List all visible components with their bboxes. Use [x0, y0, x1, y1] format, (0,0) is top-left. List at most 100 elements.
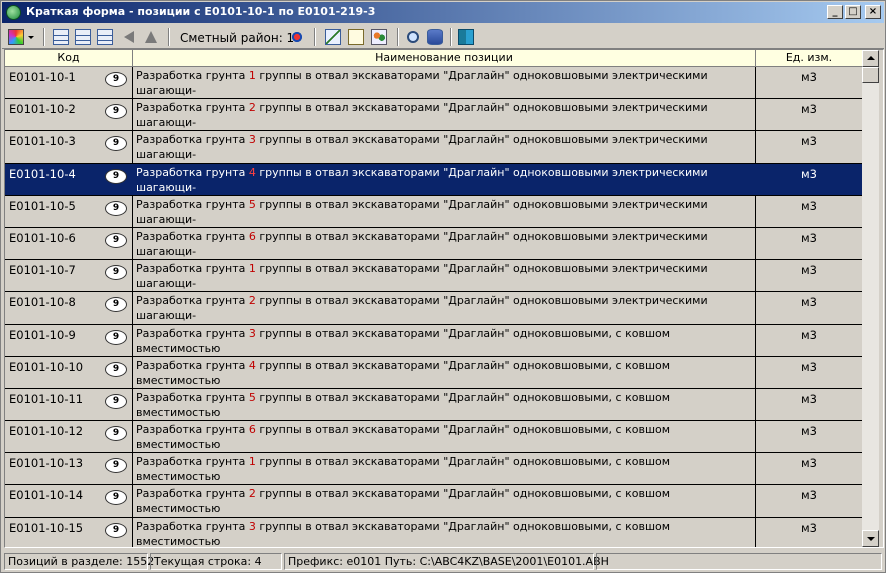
app-icon[interactable]: [6, 5, 21, 20]
cell-code[interactable]: E0101-10-2 9: [5, 99, 133, 131]
cell-name[interactable]: Разработка грунта 4 группы в отвал экска…: [133, 163, 756, 195]
cell-code[interactable]: E0101-10-9 9: [5, 324, 133, 356]
cell-unit[interactable]: м3: [756, 518, 862, 547]
cell-unit[interactable]: м3: [756, 131, 862, 162]
cell-name[interactable]: Разработка грунта 4 группы в отвал экска…: [133, 356, 756, 388]
note-icon[interactable]: 9: [105, 393, 127, 409]
cell-unit[interactable]: м3: [756, 67, 862, 98]
cell-code[interactable]: E0101-10-1 9: [5, 67, 133, 99]
table-row[interactable]: E0101-10-14 9 Разработка грунта 2 группы в…: [5, 485, 862, 518]
table-row[interactable]: E0101-10-11 9 Разработка грунта 5 группы в…: [5, 388, 862, 422]
cell-name[interactable]: Разработка грунта 1 группы в отвал экска…: [133, 67, 756, 99]
cell-code[interactable]: E0101-10-12 9: [5, 421, 133, 453]
note-icon[interactable]: 9: [105, 104, 127, 120]
note-icon[interactable]: 9: [105, 72, 127, 87]
cell-name[interactable]: Разработка грунта 2 группы в отвал экска…: [133, 485, 756, 517]
cell-name[interactable]: Разработка грунта 3 группы в отвал экска…: [133, 324, 756, 356]
cell-name[interactable]: Разработка грунта 5 группы в отвал экска…: [133, 195, 756, 227]
note-icon[interactable]: 9: [105, 136, 127, 152]
cell-name[interactable]: Разработка грунта 2 группы в отвал экска…: [133, 99, 756, 131]
table-row[interactable]: E0101-10-9 9 Разработка грунта 3 группы в …: [5, 324, 862, 357]
cell-name[interactable]: Разработка грунта 2 группы в отвал экска…: [133, 292, 756, 324]
cell-name[interactable]: Разработка грунта 1 группы в отвал экска…: [133, 453, 756, 485]
note-icon[interactable]: 9: [105, 329, 127, 345]
note-icon[interactable]: 9: [105, 168, 127, 184]
cell-unit[interactable]: м3: [756, 325, 862, 356]
table-row[interactable]: E0101-10-6 9 Разработка грунта 6 группы в …: [5, 227, 862, 261]
table-row[interactable]: E0101-10-7 9 Разработка грунта 1 группы в …: [5, 260, 862, 293]
edit-button[interactable]: [345, 27, 367, 47]
note-icon[interactable]: 9: [105, 490, 127, 506]
cell-unit[interactable]: м3: [756, 228, 862, 259]
table-row[interactable]: E0101-10-8 9 Разработка грунта 2 группы в …: [5, 292, 862, 325]
cell-code[interactable]: E0101-10-8 9: [5, 292, 133, 324]
table-row[interactable]: E0101-10-15 9 Разработка грунта 3 группы в…: [5, 517, 862, 547]
table-row[interactable]: E0101-10-10 9 Разработка грунта 4 группы в…: [5, 356, 862, 389]
table-row[interactable]: E0101-10-3 9 Разработка грунта 3 группы в …: [5, 131, 862, 164]
chart-button[interactable]: [322, 27, 344, 47]
table-row[interactable]: E0101-10-13 9 Разработка грунта 1 группы в…: [5, 453, 862, 486]
cell-unit[interactable]: м3: [756, 453, 862, 484]
color-scheme-dropdown[interactable]: [25, 27, 37, 47]
region-select-button[interactable]: [286, 27, 308, 47]
view-table-button[interactable]: [50, 27, 72, 47]
note-icon[interactable]: 9: [105, 522, 127, 538]
cell-unit[interactable]: м3: [756, 292, 862, 323]
note-icon[interactable]: 9: [105, 297, 127, 313]
cell-name[interactable]: Разработка грунта 6 группы в отвал экска…: [133, 227, 756, 260]
note-icon[interactable]: 9: [105, 458, 127, 474]
cell-unit[interactable]: м3: [756, 421, 862, 452]
column-header-name[interactable]: Наименование позиции: [133, 50, 756, 67]
column-header-unit[interactable]: Ед. изм.: [756, 50, 862, 67]
cell-name[interactable]: Разработка грунта 3 группы в отвал экска…: [133, 131, 756, 163]
cell-name[interactable]: Разработка грунта 3 группы в отвал экска…: [133, 517, 756, 547]
scroll-down-button[interactable]: [862, 530, 879, 547]
cell-unit[interactable]: м3: [756, 389, 862, 420]
table-row[interactable]: E0101-10-1 9 Разработка грунта 1 группы в …: [5, 67, 862, 100]
cell-name[interactable]: Разработка грунта 5 группы в отвал экска…: [133, 388, 756, 421]
cell-code[interactable]: E0101-10-13 9: [5, 453, 133, 485]
note-icon[interactable]: 9: [105, 232, 127, 248]
resources-button[interactable]: [368, 27, 390, 47]
close-button[interactable]: ×: [865, 5, 881, 19]
view-list-button[interactable]: [72, 27, 94, 47]
search-button[interactable]: [402, 27, 424, 47]
cell-code[interactable]: E0101-10-3 9: [5, 131, 133, 163]
cell-code[interactable]: E0101-10-5 9: [5, 195, 133, 227]
column-header-code[interactable]: Код: [5, 50, 133, 67]
note-icon[interactable]: 9: [105, 200, 127, 216]
cell-code[interactable]: E0101-10-11 9: [5, 388, 133, 421]
cell-unit[interactable]: м3: [756, 260, 862, 291]
cell-unit[interactable]: м3: [756, 485, 862, 516]
title-bar[interactable]: Краткая форма - позиции с E0101-10-1 по …: [2, 2, 884, 23]
cell-name[interactable]: Разработка грунта 6 группы в отвал экска…: [133, 421, 756, 453]
cell-unit[interactable]: м3: [756, 196, 862, 227]
vertical-scrollbar[interactable]: [862, 50, 879, 547]
cell-code[interactable]: E0101-10-14 9: [5, 485, 133, 517]
view-tree-button[interactable]: [94, 27, 116, 47]
cell-unit[interactable]: м3: [756, 164, 862, 195]
table-row[interactable]: E0101-10-5 9 Разработка грунта 5 группы в …: [5, 195, 862, 228]
up-level-button[interactable]: [140, 27, 162, 47]
cell-code[interactable]: E0101-10-7 9: [5, 260, 133, 292]
cell-code[interactable]: E0101-10-10 9: [5, 356, 133, 388]
cell-code[interactable]: E0101-10-6 9: [5, 227, 133, 260]
cell-unit[interactable]: м3: [756, 99, 862, 130]
scroll-thumb[interactable]: [862, 67, 879, 83]
cell-code[interactable]: E0101-10-15 9: [5, 517, 133, 547]
cell-code[interactable]: E0101-10-4 9: [5, 163, 133, 195]
note-icon[interactable]: 9: [105, 426, 127, 442]
table-row[interactable]: E0101-10-12 9 Разработка грунта 6 группы в…: [5, 421, 862, 454]
cell-unit[interactable]: м3: [756, 357, 862, 388]
back-button[interactable]: [118, 27, 140, 47]
exit-button[interactable]: [455, 27, 477, 47]
table-row[interactable]: E0101-10-2 9 Разработка грунта 2 группы в …: [5, 99, 862, 132]
table-row[interactable]: E0101-10-4 9 Разработка грунта 4 группы в …: [5, 163, 862, 196]
note-icon[interactable]: 9: [105, 361, 127, 377]
scroll-up-button[interactable]: [862, 50, 879, 67]
note-icon[interactable]: 9: [105, 265, 127, 281]
color-scheme-button[interactable]: [5, 27, 27, 47]
minimize-button[interactable]: _: [827, 5, 843, 19]
cell-name[interactable]: Разработка грунта 1 группы в отвал экска…: [133, 260, 756, 292]
maximize-button[interactable]: □: [845, 5, 861, 19]
